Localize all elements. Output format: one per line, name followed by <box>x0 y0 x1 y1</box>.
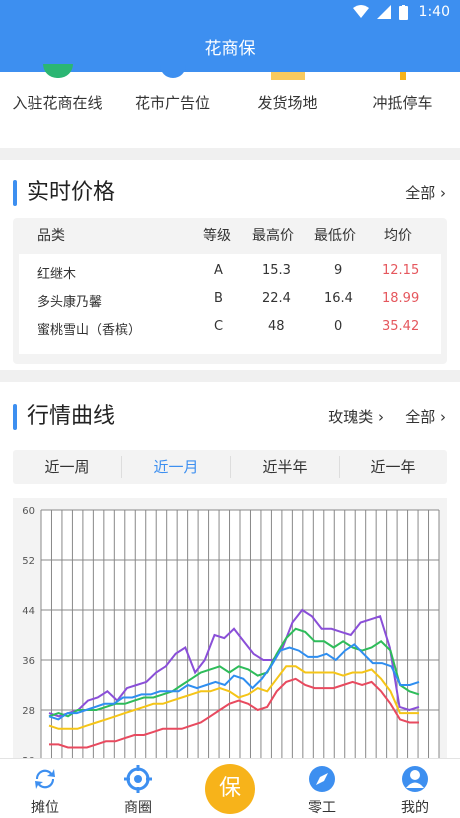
price-line-chart: 605244362820 <box>22 506 440 767</box>
section-accent-bar <box>13 404 17 430</box>
row-high: 22.4 <box>262 291 291 306</box>
realtime-price-all-link[interactable]: 全部 › <box>405 182 446 204</box>
section-title: 实时价格 <box>27 180 116 205</box>
col-header-avg: 均价 <box>384 228 412 244</box>
row-high: 48 <box>268 319 285 334</box>
tab-month[interactable]: 近一月 <box>122 450 230 484</box>
refresh-icon <box>35 769 55 789</box>
chevron-right-icon: › <box>378 408 384 426</box>
row-name: 蜜桃雪山（香槟） <box>37 323 142 338</box>
target-icon <box>124 765 152 793</box>
row-avg: 18.99 <box>382 291 420 306</box>
chart-y-tick-label: 28 <box>22 706 35 717</box>
nav-label: 摊位 <box>31 800 59 816</box>
status-icons <box>353 5 408 20</box>
parking-icon <box>399 72 406 80</box>
quick-link-label: 冲抵停车 <box>372 94 433 112</box>
realtime-price-header: 实时价格 全部 › <box>0 178 460 208</box>
quick-link-label: 入驻花商在线 <box>12 94 103 112</box>
nav-label: 我的 <box>401 800 429 816</box>
warehouse-icon <box>270 72 305 80</box>
chevron-right-icon: › <box>440 408 446 426</box>
status-bar: 1:40 <box>0 0 460 26</box>
row-low: 0 <box>334 319 343 334</box>
market-curve-header: 行情曲线 玫瑰类 › 全部 › <box>0 402 460 432</box>
compass-icon <box>309 766 335 792</box>
chart-y-tick-label: 36 <box>22 656 35 667</box>
chart-container: 605244362820 <box>13 498 447 767</box>
user-icon <box>402 766 428 792</box>
chart-y-tick-label: 44 <box>22 606 35 617</box>
signal-icon <box>377 5 391 19</box>
row-low: 16.4 <box>324 291 353 306</box>
more-label: 全部 <box>405 184 436 202</box>
period-tabs: 近一周 近一月 近半年 近一年 <box>13 450 447 484</box>
section-title: 行情曲线 <box>27 404 116 429</box>
quick-link-label: 花市广告位 <box>134 94 210 112</box>
chart-y-tick-label: 52 <box>22 556 35 567</box>
battery-icon <box>399 5 408 20</box>
more-label: 全部 <box>405 408 436 426</box>
col-header-grade: 等级 <box>203 228 231 244</box>
row-name: 多头康乃馨 <box>37 295 103 310</box>
row-avg: 12.15 <box>382 263 420 278</box>
quick-links: 入驻花商在线 花市广告位 发货场地 冲抵停车 <box>0 64 460 148</box>
tab-half-year[interactable]: 近半年 <box>231 450 339 484</box>
page-title: 花商保 <box>204 39 256 59</box>
row-grade: C <box>214 319 224 334</box>
section-accent-bar <box>13 180 17 206</box>
chart-y-tick-label: 60 <box>22 506 35 517</box>
store-icon <box>42 64 73 78</box>
category-filter-button[interactable]: 玫瑰类 › <box>328 406 384 428</box>
row-grade: B <box>214 291 223 306</box>
row-high: 15.3 <box>262 263 291 278</box>
wifi-icon <box>353 5 369 18</box>
col-header-low: 最低价 <box>314 228 356 244</box>
chevron-right-icon: › <box>440 184 446 202</box>
quick-link-label: 发货场地 <box>257 94 318 112</box>
tab-week[interactable]: 近一周 <box>13 450 121 484</box>
col-header-category: 品类 <box>37 228 65 244</box>
bao-fab-button[interactable]: 保 <box>205 764 255 814</box>
market-curve-all-link[interactable]: 全部 › <box>405 406 446 428</box>
row-low: 9 <box>334 263 343 278</box>
category-filter-label: 玫瑰类 <box>328 408 374 426</box>
row-name: 红继木 <box>37 267 77 282</box>
status-time: 1:40 <box>418 4 450 20</box>
tab-year[interactable]: 近一年 <box>339 450 447 484</box>
col-header-high: 最高价 <box>252 228 294 244</box>
nav-label: 零工 <box>308 800 336 816</box>
row-avg: 35.42 <box>382 319 420 334</box>
row-grade: A <box>214 263 223 278</box>
nav-label: 商圈 <box>124 800 152 816</box>
ad-icon <box>159 64 186 78</box>
